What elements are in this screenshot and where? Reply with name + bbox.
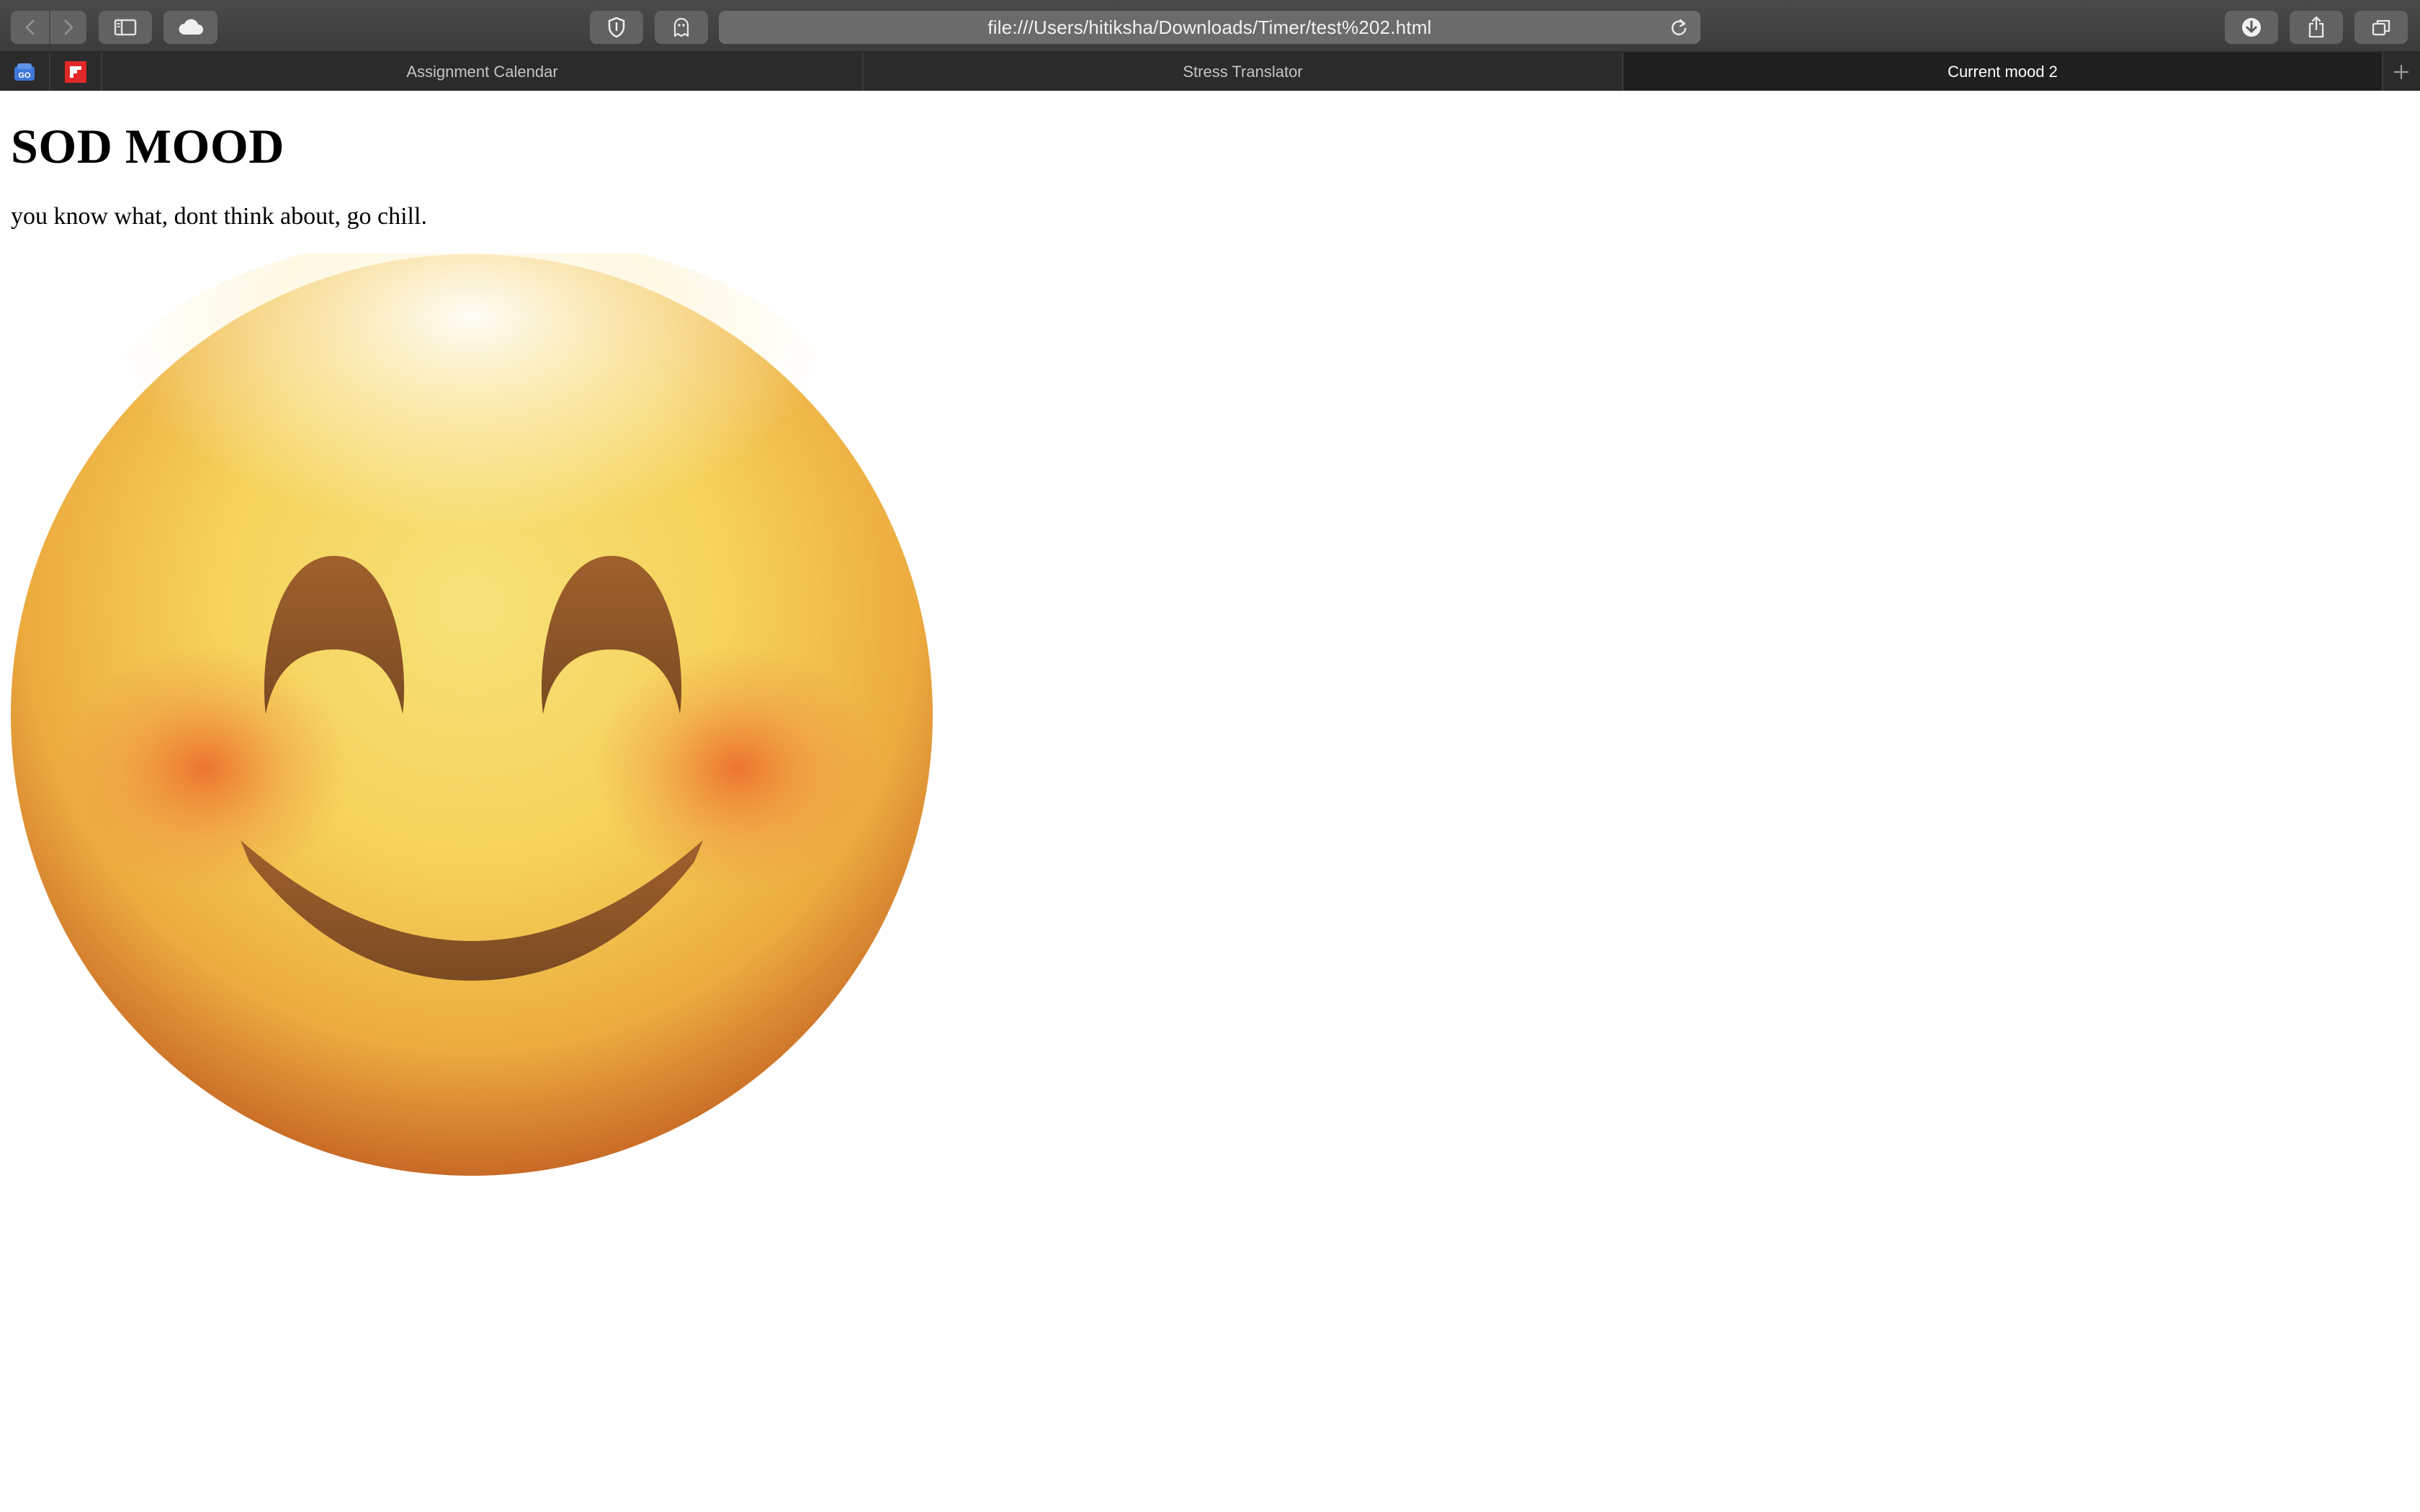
download-icon xyxy=(2242,18,2261,37)
emoji-shine xyxy=(68,253,875,707)
nav-buttons xyxy=(11,11,86,44)
go-bookmark-icon: GO xyxy=(14,63,35,81)
web-page: SOD MOOD you know what, dont think about… xyxy=(0,91,2420,1512)
downloads-button[interactable] xyxy=(2225,11,2278,44)
url-text: file:///Users/hitiksha/Downloads/Timer/t… xyxy=(987,16,1432,38)
shield-icon xyxy=(608,17,625,38)
browser-toolbar: file:///Users/hitiksha/Downloads/Timer/t… xyxy=(0,0,2420,53)
forward-button[interactable] xyxy=(48,11,86,44)
svg-text:GO: GO xyxy=(18,71,31,80)
back-button[interactable] xyxy=(12,11,49,44)
page-title: SOD MOOD xyxy=(11,119,284,174)
tab-label: Stress Translator xyxy=(1183,62,1303,81)
cloud-icon xyxy=(179,19,203,35)
tab-stress-translator[interactable]: Stress Translator xyxy=(864,53,1623,91)
tab-bar: GO Assignment Calendar Stress Translator… xyxy=(0,53,2420,91)
chevron-right-icon xyxy=(64,19,73,35)
tab-overview-button[interactable] xyxy=(2354,11,2408,44)
tab-label: Current mood 2 xyxy=(1948,62,2058,81)
privacy-report-button[interactable] xyxy=(590,11,643,44)
share-button[interactable] xyxy=(2290,11,2343,44)
page-paragraph: you know what, dont think about, go chil… xyxy=(11,203,427,230)
favorite-flipboard-button[interactable] xyxy=(50,53,102,91)
tab-current-mood-2[interactable]: Current mood 2 xyxy=(1623,53,2383,91)
emoji-left-blush xyxy=(60,646,349,891)
sidebar-button[interactable] xyxy=(99,11,152,44)
tabs-overview-icon xyxy=(2372,19,2390,36)
icloud-tabs-button[interactable] xyxy=(163,11,218,44)
favorite-go-button[interactable]: GO xyxy=(0,53,50,91)
share-icon xyxy=(2308,16,2324,38)
flipboard-icon xyxy=(65,60,86,83)
ghost-icon xyxy=(673,17,689,37)
reload-icon[interactable] xyxy=(1669,17,1689,37)
address-bar[interactable]: file:///Users/hitiksha/Downloads/Timer/t… xyxy=(719,11,1700,44)
tab-label: Assignment Calendar xyxy=(406,62,558,81)
emoji-right-blush xyxy=(593,646,882,891)
extension-button[interactable] xyxy=(655,11,708,44)
chevron-left-icon xyxy=(25,19,34,35)
tab-assignment-calendar[interactable]: Assignment Calendar xyxy=(102,53,864,91)
plus-icon xyxy=(2393,64,2409,79)
new-tab-button[interactable] xyxy=(2383,53,2420,91)
smiling-face-emoji-image xyxy=(11,253,933,1176)
sidebar-icon xyxy=(114,19,137,36)
